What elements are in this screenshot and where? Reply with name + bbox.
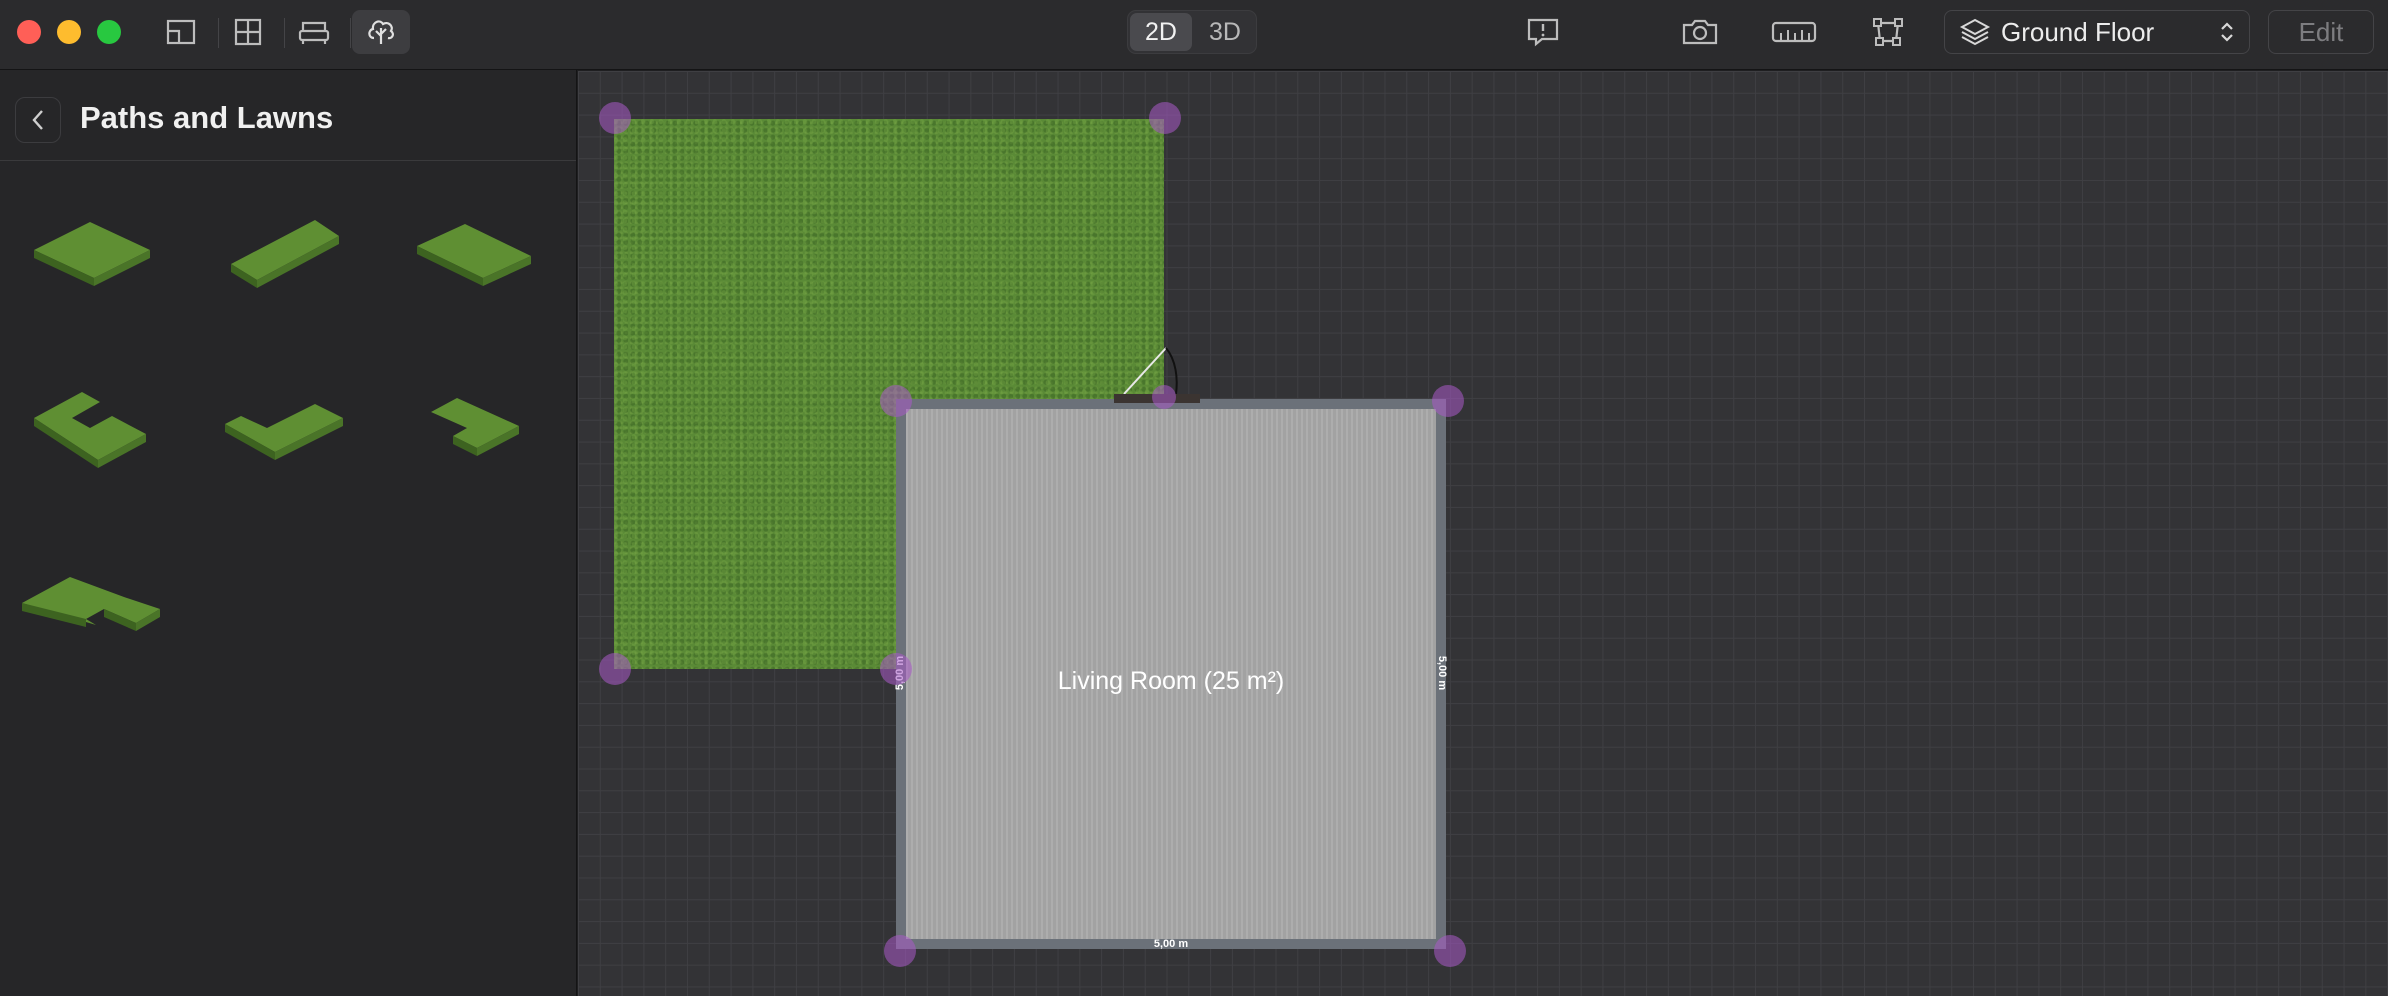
snapshot-button[interactable] [1671, 10, 1729, 54]
lawn-item-u-shape[interactable] [205, 370, 365, 480]
measure-button[interactable] [1765, 10, 1823, 54]
living-room[interactable]: Living Room (25 m²) 5,00 m 5,00 m 5,00 m [894, 399, 1448, 950]
feedback-icon [1527, 18, 1559, 47]
sidebar: Paths and Lawns [0, 70, 577, 996]
room-corner-handle[interactable] [1434, 935, 1466, 967]
lawn-item-narrow-rectangle[interactable] [205, 200, 365, 310]
zoom-window-button[interactable] [97, 20, 121, 44]
tree-icon [368, 20, 394, 44]
window-grid-icon [234, 18, 262, 46]
feedback-button[interactable] [1514, 10, 1572, 54]
lawn-item-rectangle[interactable] [12, 200, 172, 310]
room-label: Living Room (25 m²) [1057, 667, 1285, 695]
garden-tool-button[interactable] [352, 10, 410, 54]
lawn-item-l-shape[interactable] [12, 370, 172, 480]
room-corner-handle[interactable] [1432, 385, 1464, 417]
close-window-button[interactable] [17, 20, 41, 44]
chevron-left-icon [32, 110, 43, 130]
notched-lawn-icon [431, 398, 519, 456]
back-button[interactable] [15, 97, 61, 143]
sidebar-divider [0, 160, 576, 161]
large-l-shape-lawn-icon [22, 577, 160, 631]
toolbar: 2D 3D Ground Floor Edit [0, 0, 2388, 70]
floor-label: Ground Floor [2001, 16, 2155, 47]
door-handle[interactable] [1152, 385, 1176, 409]
view-3d-button[interactable]: 3D [1194, 11, 1256, 53]
lawn-corner-handle[interactable] [599, 653, 631, 685]
lawn-item-notched[interactable] [395, 370, 555, 480]
floor-plan-canvas[interactable]: Living Room (25 m²) 5,00 m 5,00 m 5,00 m [578, 71, 2388, 996]
room-corner-handle[interactable] [880, 385, 912, 417]
lawn-item-wide-rectangle[interactable] [395, 200, 555, 310]
ruler-icon [1771, 21, 1817, 43]
dimension-right: 5,00 m [1435, 655, 1448, 691]
wide-rectangle-lawn-icon [417, 224, 531, 286]
u-shape-lawn-icon [225, 404, 343, 460]
sofa-icon [298, 21, 330, 44]
layers-icon [1959, 16, 1991, 48]
rectangle-lawn-icon [34, 222, 150, 286]
transform-button[interactable] [1859, 10, 1917, 54]
chevron-up-down-icon [2219, 19, 2235, 45]
l-shape-lawn-icon [34, 392, 146, 468]
lawn-item-large-l-shape[interactable] [12, 545, 172, 655]
furniture-tool-button[interactable] [285, 10, 343, 54]
floor-selector[interactable]: Ground Floor [1944, 10, 2250, 54]
lawn-corner-handle[interactable] [599, 102, 631, 134]
sidebar-title: Paths and Lawns [80, 100, 334, 135]
narrow-rectangle-lawn-icon [231, 220, 339, 288]
floorplan-tool-button[interactable] [152, 10, 210, 54]
transform-icon [1873, 18, 1903, 46]
dimension-bottom: 5,00 m [1153, 938, 1189, 950]
view-2d-button[interactable]: 2D [1130, 13, 1192, 51]
room-corner-handle[interactable] [884, 935, 916, 967]
lawn-corner-handle[interactable] [880, 653, 912, 685]
window-tool-button[interactable] [219, 10, 277, 54]
camera-icon [1682, 19, 1718, 45]
minimize-window-button[interactable] [57, 20, 81, 44]
floorplan-icon [166, 19, 196, 45]
lawn-corner-handle[interactable] [1149, 102, 1181, 134]
view-mode-switch: 2D 3D [1127, 10, 1257, 54]
edit-button[interactable]: Edit [2268, 10, 2374, 54]
